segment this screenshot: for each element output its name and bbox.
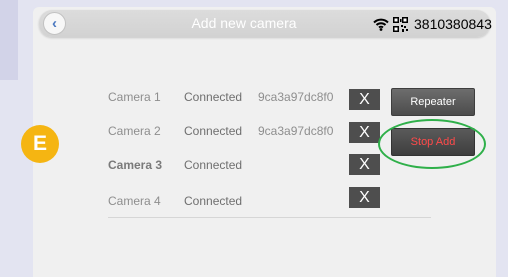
camera-1-status: Connected — [184, 90, 243, 104]
camera-4-label: Camera 4 — [108, 194, 161, 208]
remove-camera-2-button[interactable]: X — [349, 122, 380, 143]
remove-camera-4-button[interactable]: X — [349, 187, 380, 208]
header-bar: ‹ Add new camera 3810380843 — [39, 10, 492, 37]
side-panel-strip — [0, 0, 18, 80]
qr-code-icon[interactable] — [393, 16, 408, 32]
camera-3-label: Camera 3 — [108, 158, 163, 172]
page-title: Add new camera — [191, 15, 297, 31]
list-divider — [108, 217, 431, 218]
back-button[interactable]: ‹ — [43, 12, 66, 35]
device-id: 3810380843 — [414, 16, 492, 32]
step-badge: E — [21, 125, 59, 163]
camera-1-mac: 9ca3a97dc8f0 — [258, 90, 334, 104]
camera-2-label: Camera 2 — [108, 124, 161, 138]
stop-add-button[interactable]: Stop Add — [391, 128, 475, 156]
camera-1-label: Camera 1 — [108, 90, 161, 104]
wifi-icon — [373, 18, 389, 31]
remove-camera-3-button[interactable]: X — [349, 154, 380, 175]
camera-4-status: Connected — [184, 194, 243, 208]
camera-2-mac: 9ca3a97dc8f0 — [258, 124, 334, 138]
camera-2-status: Connected — [184, 124, 243, 138]
app-screen: ‹ Add new camera 3810380843 Camera 1 Con… — [33, 7, 496, 277]
status-area: 3810380843 — [373, 15, 492, 33]
remove-camera-1-button[interactable]: X — [349, 89, 380, 110]
repeater-button[interactable]: Repeater — [391, 88, 475, 116]
chevron-left-icon: ‹ — [52, 15, 57, 32]
camera-3-status: Connected — [184, 158, 243, 172]
